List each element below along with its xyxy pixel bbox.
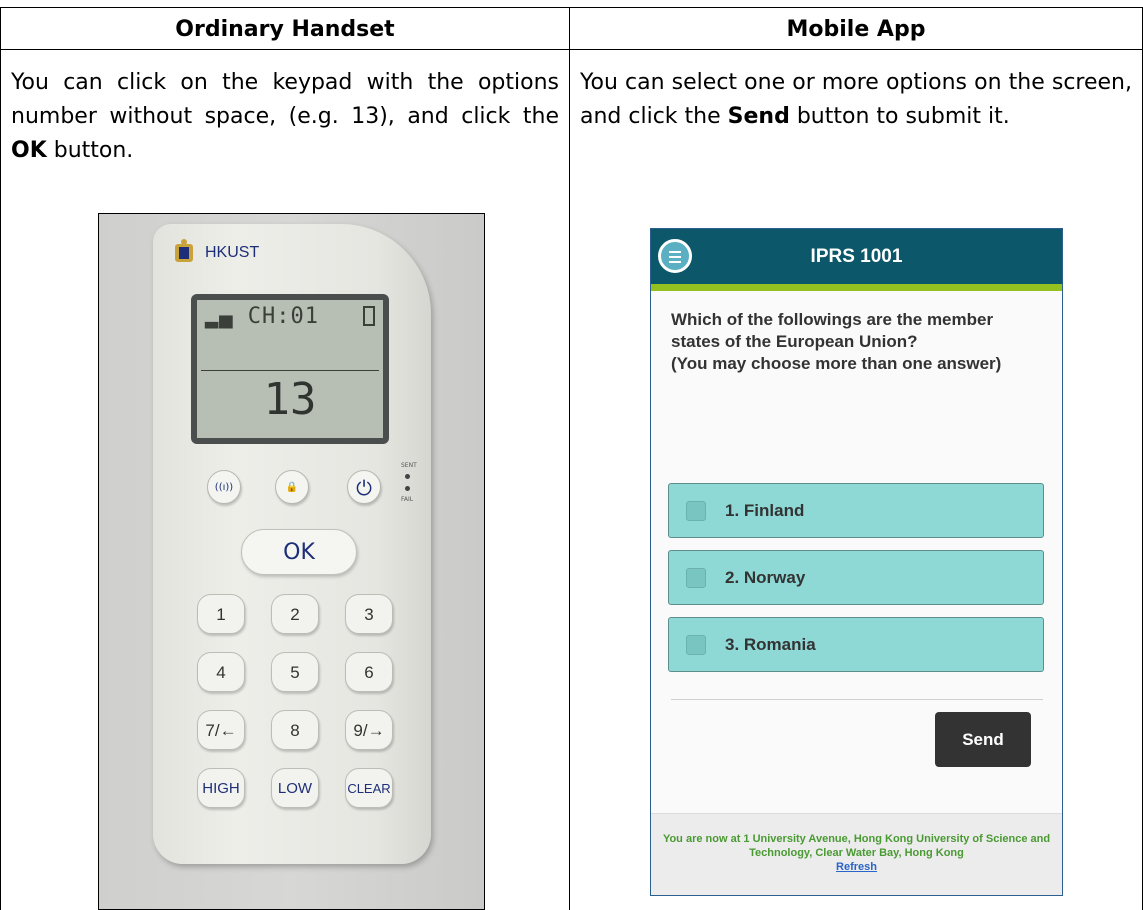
app-header: IPRS 1001 [651, 229, 1062, 284]
send-button[interactable]: Send [935, 712, 1031, 767]
app-title: IPRS 1001 [810, 246, 903, 267]
user-id-button[interactable]: 🔒 [275, 470, 309, 504]
handset-text-2: button. [46, 138, 134, 163]
option-norway[interactable]: 2. Norway [668, 550, 1044, 605]
key-4[interactable]: 4 [197, 652, 245, 692]
key-3[interactable]: 3 [345, 594, 393, 634]
key-high[interactable]: HIGH [197, 768, 245, 808]
led-fail-label: FAIL [401, 496, 414, 503]
mobile-app-instructions: You can select one or more options on th… [580, 66, 1132, 134]
location-text: You are now at 1 University Avenue, Hong… [662, 833, 1051, 859]
mobile-app-column-title: Mobile App [570, 10, 1142, 50]
ok-button[interactable]: OK [241, 529, 357, 575]
key-1[interactable]: 1 [197, 594, 245, 634]
footer-text: You are now at 1 University Avenue, Hong… [661, 832, 1052, 874]
signal-icon: ▂▄ [205, 304, 248, 329]
led-sent [405, 474, 410, 479]
key-5[interactable]: 5 [271, 652, 319, 692]
lcd-channel-text: CH:01 [247, 304, 319, 329]
mobile-app-screenshot: IPRS 1001 Which of the followings are th… [650, 228, 1063, 896]
hkust-logo-icon [175, 239, 193, 262]
question-text: Which of the followings are the member s… [671, 309, 1041, 375]
send-word: Send [727, 104, 790, 129]
handset-column: Ordinary Handset You can click on the ke… [0, 8, 570, 910]
key-8[interactable]: 8 [271, 710, 319, 750]
power-icon: ⏻ [356, 476, 372, 500]
option-checkbox[interactable] [686, 501, 706, 521]
option-label: 2. Norway [725, 568, 806, 587]
handset-text-1: You can click on the keypad with the opt… [11, 70, 559, 129]
question-line: Which of the followings are the member s… [671, 310, 1002, 373]
location-footer: You are now at 1 University Avenue, Hong… [651, 813, 1062, 895]
key-clear[interactable]: CLEAR [345, 768, 393, 808]
lcd-channel: ▂▄ CH:01 [205, 304, 319, 329]
handset-column-title: Ordinary Handset [1, 10, 569, 50]
app-text-2: button to submit it. [789, 104, 1010, 129]
refresh-link[interactable]: Refresh [661, 860, 1052, 874]
handset-device: HKUST ▂▄ CH:01 13 ((ı)) 🔒 ⏻ SENT FAIL OK… [153, 224, 431, 864]
option-label: 3. Romania [725, 635, 816, 654]
led-fail [405, 486, 410, 491]
option-checkbox[interactable] [686, 635, 706, 655]
lock-icon: 🔒 [285, 482, 299, 493]
key-2[interactable]: 2 [271, 594, 319, 634]
key-9-right[interactable]: 9/→ [345, 710, 393, 750]
key-low[interactable]: LOW [271, 768, 319, 808]
antenna-icon: ((ı)) [214, 482, 234, 493]
lcd-divider [201, 370, 379, 371]
handset-photo: HKUST ▂▄ CH:01 13 ((ı)) 🔒 ⏻ SENT FAIL OK… [98, 213, 485, 910]
handset-brand: HKUST [205, 244, 260, 261]
options-divider [671, 699, 1043, 700]
channel-button[interactable]: ((ı)) [207, 470, 241, 504]
option-label: 1. Finland [725, 501, 805, 520]
ok-word: OK [11, 138, 47, 163]
power-button[interactable]: ⏻ [347, 470, 381, 504]
option-checkbox[interactable] [686, 568, 706, 588]
key-6[interactable]: 6 [345, 652, 393, 692]
handset-instructions: You can click on the keypad with the opt… [11, 66, 559, 168]
option-finland[interactable]: 1. Finland [668, 483, 1044, 538]
option-romania[interactable]: 3. Romania [668, 617, 1044, 672]
battery-icon [363, 306, 375, 326]
app-accent-bar [651, 284, 1062, 291]
lcd-value: 13 [263, 374, 317, 425]
key-7-left[interactable]: 7/← [197, 710, 245, 750]
document-top-border [0, 0, 1143, 8]
led-sent-label: SENT [401, 462, 417, 469]
